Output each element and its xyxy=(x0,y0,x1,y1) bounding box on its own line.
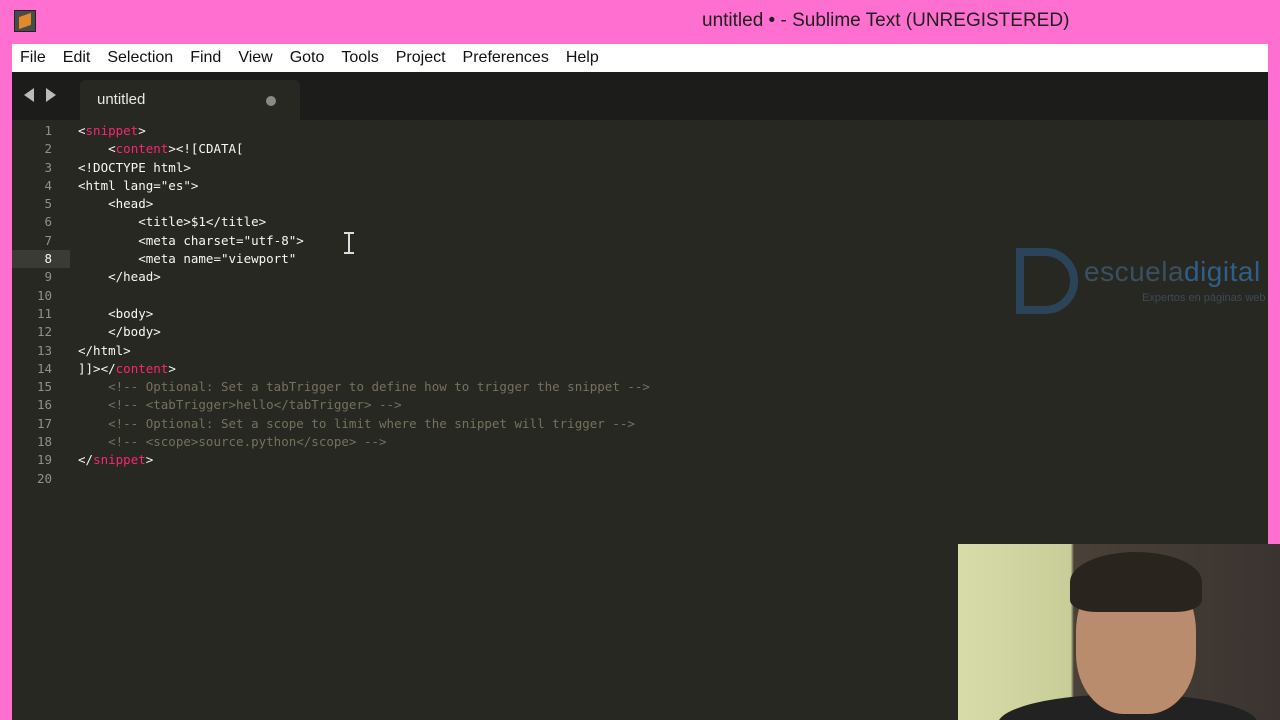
line-number: 20 xyxy=(36,470,52,486)
menu-bar: File Edit Selection Find View Goto Tools… xyxy=(12,44,1268,72)
line-number: 12 xyxy=(36,324,52,340)
code-line[interactable]: <!-- <tabTrigger>hello</tabTrigger> --> xyxy=(78,396,650,414)
line-number-gutter: 1 2 3 4 5 6 7 8 9 10 11 12 13 14 15 16 17 18 19 20 xyxy=(12,122,52,488)
code-tag-name: content xyxy=(115,141,169,157)
line-number: 17 xyxy=(36,415,52,431)
tab-untitled[interactable]: untitled xyxy=(80,80,300,120)
code-line[interactable]: </html> xyxy=(78,342,650,360)
logo-tagline: Expertos en páginas web xyxy=(1142,292,1266,304)
code-tag-name: snippet xyxy=(93,452,146,468)
menu-view[interactable]: View xyxy=(230,44,280,72)
code-comment: <!-- Optional: Set a scope to limit wher… xyxy=(78,415,635,431)
logo-text-primary: escuela xyxy=(1084,256,1185,287)
menu-find[interactable]: Find xyxy=(182,44,229,72)
menu-project[interactable]: Project xyxy=(388,44,454,72)
line-number: 8 xyxy=(44,251,52,267)
code-line[interactable]: <meta charset="utf-8"> xyxy=(78,232,650,250)
code-line[interactable]: </body> xyxy=(78,323,650,341)
code-line[interactable] xyxy=(78,287,650,305)
line-number: 16 xyxy=(36,397,52,413)
code-line[interactable]: ]]></content> xyxy=(78,360,650,378)
code-line[interactable]: </head> xyxy=(78,268,650,286)
code-line[interactable] xyxy=(78,470,650,488)
line-number: 15 xyxy=(36,379,52,395)
line-number: 18 xyxy=(36,434,52,450)
code-text: <body> xyxy=(78,305,154,321)
presenter-hair xyxy=(1070,552,1202,612)
unsaved-dot-icon[interactable] xyxy=(266,96,276,106)
escuela-digital-logo: escueladigital Expertos en páginas web xyxy=(1014,248,1280,318)
code-text: </body> xyxy=(78,324,161,340)
code-text: </ xyxy=(78,452,94,468)
code-text: <html lang="es"> xyxy=(78,177,199,193)
line-number: 3 xyxy=(44,159,52,175)
line-number: 7 xyxy=(44,232,52,248)
code-text: <title>$1</title> xyxy=(78,214,267,230)
code-text: <head> xyxy=(78,196,154,212)
tab-nav-right-icon[interactable] xyxy=(46,88,56,102)
menu-file[interactable]: File xyxy=(12,44,54,72)
escuela-digital-logo-icon xyxy=(1016,248,1078,314)
code-tag-name: content xyxy=(115,360,169,376)
menu-help[interactable]: Help xyxy=(558,44,607,72)
line-number: 13 xyxy=(36,342,52,358)
logo-text-accent: digital xyxy=(1184,256,1261,287)
code-line[interactable]: <head> xyxy=(78,195,650,213)
code-text: ]]></ xyxy=(78,360,116,376)
code-line[interactable]: <!-- Optional: Set a scope to limit wher… xyxy=(78,415,650,433)
window-border-left xyxy=(0,44,12,720)
line-number: 9 xyxy=(44,269,52,285)
title-bar: untitled • - Sublime Text (UNREGISTERED) xyxy=(0,0,1280,44)
code-line[interactable]: <meta name="viewport" xyxy=(78,250,650,268)
menu-preferences[interactable]: Preferences xyxy=(455,44,557,72)
code-text: <meta charset="utf-8"> xyxy=(78,232,304,248)
code-text: ><![CDATA[ xyxy=(168,141,244,157)
code-area[interactable]: <snippet> <content><![CDATA[<!DOCTYPE ht… xyxy=(78,122,650,488)
menu-goto[interactable]: Goto xyxy=(282,44,333,72)
code-line[interactable]: <html lang="es"> xyxy=(78,177,650,195)
line-number: 19 xyxy=(36,452,52,468)
line-number: 2 xyxy=(44,141,52,157)
code-line[interactable]: <snippet> xyxy=(78,122,650,140)
code-comment: <!-- <tabTrigger>hello</tabTrigger> --> xyxy=(78,397,402,413)
code-line[interactable]: <content><![CDATA[ xyxy=(78,140,650,158)
code-text: > xyxy=(138,123,146,138)
line-number: 1 xyxy=(44,123,52,138)
line-number: 6 xyxy=(44,214,52,230)
menu-selection[interactable]: Selection xyxy=(99,44,181,72)
code-line[interactable]: <!-- <scope>source.python</scope> --> xyxy=(78,433,650,451)
code-line[interactable]: <!-- Optional: Set a tabTrigger to defin… xyxy=(78,378,650,396)
tab-bar: untitled xyxy=(12,72,1268,120)
tab-label: untitled xyxy=(97,91,146,108)
code-line[interactable]: <title>$1</title> xyxy=(78,213,650,231)
window-title: untitled • - Sublime Text (UNREGISTERED) xyxy=(702,10,1070,31)
sublime-app-icon[interactable] xyxy=(14,10,36,32)
code-text: </head> xyxy=(78,269,161,285)
code-comment: <!-- <scope>source.python</scope> --> xyxy=(78,434,387,450)
code-line[interactable]: <!DOCTYPE html> xyxy=(78,159,650,177)
code-text: < xyxy=(78,123,86,138)
menu-tools[interactable]: Tools xyxy=(333,44,386,72)
code-text: </html> xyxy=(78,342,131,358)
code-text: <meta name="viewport" xyxy=(78,251,297,267)
menu-edit[interactable]: Edit xyxy=(55,44,99,72)
code-text: > xyxy=(145,452,154,468)
code-comment: <!-- Optional: Set a tabTrigger to defin… xyxy=(78,379,650,395)
code-tag-name: snippet xyxy=(85,123,139,138)
code-text: < xyxy=(78,141,116,157)
text-cursor-icon xyxy=(344,232,354,254)
line-number: 10 xyxy=(36,287,52,303)
line-number: 4 xyxy=(44,177,52,193)
code-line[interactable]: </snippet> xyxy=(78,451,650,469)
line-number: 11 xyxy=(36,305,52,321)
line-number: 5 xyxy=(44,196,52,212)
code-text: > xyxy=(168,360,176,376)
line-number: 14 xyxy=(36,360,52,376)
webcam-overlay xyxy=(958,544,1280,720)
logo-text: escueladigital xyxy=(1084,256,1261,288)
tab-nav-left-icon[interactable] xyxy=(24,88,34,102)
code-text: <!DOCTYPE html> xyxy=(78,159,191,175)
code-line[interactable]: <body> xyxy=(78,305,650,323)
